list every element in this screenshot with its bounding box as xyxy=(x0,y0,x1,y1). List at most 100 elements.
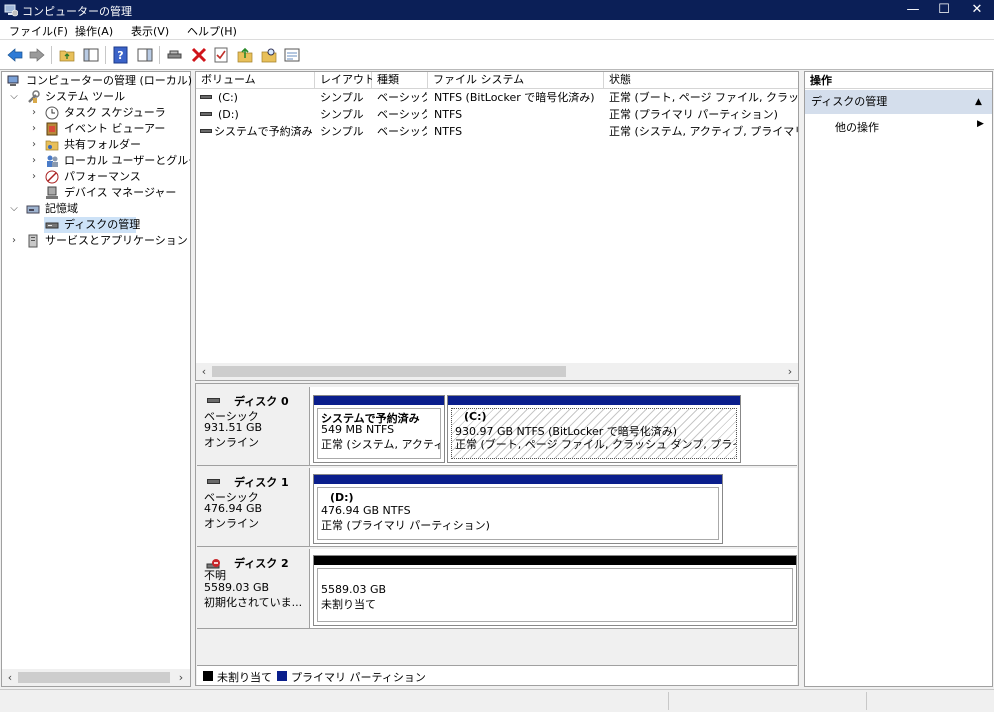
rescan-icon[interactable] xyxy=(283,46,301,64)
chevron-right-icon[interactable]: › xyxy=(29,153,39,169)
collapse-up-icon[interactable]: ▲ xyxy=(975,90,982,114)
scroll-right-icon[interactable]: › xyxy=(174,669,188,686)
search-icon[interactable] xyxy=(260,46,278,64)
users-icon xyxy=(47,155,58,167)
services-icon xyxy=(28,234,38,248)
chevron-right-icon[interactable]: › xyxy=(29,137,39,153)
scrollbar-thumb[interactable] xyxy=(212,366,566,377)
volume-type: ベーシック xyxy=(377,125,427,138)
actions-section-disk-management[interactable]: ディスクの管理 ▲ xyxy=(805,90,992,114)
volume-horizontal-scrollbar[interactable]: ‹ › xyxy=(196,363,798,380)
tree-horizontal-scrollbar[interactable]: ‹ › xyxy=(2,669,190,686)
chevron-down-icon[interactable]: ⌵ xyxy=(9,89,19,105)
chevron-right-icon[interactable]: › xyxy=(29,105,39,121)
partition-d[interactable]: (D:) 476.94 GB NTFS 正常 (プライマリ パーティション) xyxy=(313,474,723,544)
partition-color-bar xyxy=(314,475,722,484)
disk-info[interactable]: ディスク 0 ベーシック 931.51 GB オンライン xyxy=(197,387,310,465)
actions-header: 操作 xyxy=(805,72,992,89)
partition-system-reserved[interactable]: システムで予約済み 549 MB NTFS 正常 (システム, アクティブ xyxy=(313,395,445,463)
volume-status: 正常 (システム, アクティブ, プライマリ パー xyxy=(609,125,798,138)
maximize-button[interactable]: ☐ xyxy=(927,0,961,20)
tree-item-services[interactable]: › サービスとアプリケーション xyxy=(2,233,190,249)
legend: 未割り当て プライマリ パーティション xyxy=(197,665,797,685)
window-title: コンピューターの管理 xyxy=(22,5,132,18)
column-header-status[interactable]: 状態 xyxy=(604,72,798,89)
column-header-type[interactable]: 種類 xyxy=(372,72,428,89)
disk-name: ディスク 2 xyxy=(234,557,289,570)
tree-item-shared-folders[interactable]: › 共有フォルダー xyxy=(2,137,190,153)
volume-filesystem: NTFS (BitLocker で暗号化済み) xyxy=(434,91,595,104)
properties-icon[interactable] xyxy=(212,46,230,64)
chevron-right-icon[interactable]: › xyxy=(29,121,39,137)
tree-item-root[interactable]: コンピューターの管理 (ローカル) xyxy=(2,73,192,89)
tree-item-storage[interactable]: ⌵ 記憶域 xyxy=(2,201,190,217)
close-button[interactable]: ✕ xyxy=(960,0,994,20)
chevron-right-icon[interactable]: › xyxy=(9,233,19,249)
submenu-arrow-icon[interactable]: ▶ xyxy=(977,119,984,129)
import-icon[interactable] xyxy=(236,46,254,64)
disk-name: ディスク 1 xyxy=(234,476,289,489)
tree-item-system-tools[interactable]: ⌵ システム ツール xyxy=(2,89,190,105)
volume-layout: シンプル xyxy=(320,108,364,121)
column-header-filesystem[interactable]: ファイル システム xyxy=(428,72,604,89)
menu-view[interactable]: 表示(V) xyxy=(131,23,169,39)
volume-icon xyxy=(200,112,212,116)
volume-name: システムで予約済み xyxy=(214,125,313,138)
tree-item-disk-management[interactable]: ディスクの管理 xyxy=(44,217,140,233)
disk-graphical-view: ディスク 0 ベーシック 931.51 GB オンライン システムで予約済み 5… xyxy=(195,383,799,686)
volume-filesystem: NTFS xyxy=(434,108,463,121)
status-segment xyxy=(668,692,866,710)
tree-item-event-viewer[interactable]: › イベント ビューアー xyxy=(2,121,190,137)
menu-bar: ファイル(F) 操作(A) 表示(V) ヘルプ(H) xyxy=(0,20,994,40)
disk-status: オンライン xyxy=(204,517,259,530)
computer-management-icon xyxy=(4,4,18,17)
menu-file[interactable]: ファイル(F) xyxy=(9,23,68,39)
help-icon[interactable]: ? xyxy=(112,46,130,64)
disk-info[interactable]: ディスク 1 ベーシック 476.94 GB オンライン xyxy=(197,468,310,546)
tree-label-event-viewer: イベント ビューアー xyxy=(64,122,166,135)
disk-management-icon xyxy=(45,222,59,229)
scroll-left-icon[interactable]: ‹ xyxy=(3,669,17,686)
menu-help[interactable]: ヘルプ(H) xyxy=(187,23,237,39)
chevron-down-icon[interactable]: ⌵ xyxy=(9,201,19,217)
clock-icon xyxy=(45,106,59,120)
menu-action[interactable]: 操作(A) xyxy=(75,23,113,39)
scroll-left-icon[interactable]: ‹ xyxy=(197,363,211,380)
disk-name: ディスク 0 xyxy=(234,395,289,408)
connect-icon[interactable] xyxy=(166,46,184,64)
actions-pane: 操作 ディスクの管理 ▲ 他の操作 ▶ xyxy=(804,71,993,687)
more-actions-item[interactable]: 他の操作 xyxy=(835,119,879,135)
partition-c[interactable]: (C:) 930.97 GB NTFS (BitLocker で暗号化済み) 正… xyxy=(447,395,741,463)
scrollbar-thumb[interactable] xyxy=(18,672,170,683)
tree-label-shared-folders: 共有フォルダー xyxy=(64,138,141,151)
disk-size: 476.94 GB xyxy=(204,502,263,515)
disk-info[interactable]: ディスク 2 不明 5589.03 GB 初期化されていま... xyxy=(197,549,310,628)
show-hide-tree-icon[interactable] xyxy=(82,46,100,64)
computer-management-icon xyxy=(7,75,19,86)
tree-label-task-scheduler: タスク スケジューラ xyxy=(64,106,166,119)
tree-item-local-users[interactable]: › ローカル ユーザーとグループ xyxy=(2,153,190,169)
tree-item-device-manager[interactable]: デバイス マネージャー xyxy=(2,185,190,201)
tree-item-performance[interactable]: › パフォーマンス xyxy=(2,169,190,185)
delete-icon[interactable] xyxy=(190,46,208,64)
disk-row-1[interactable]: ディスク 1 ベーシック 476.94 GB オンライン (D:) 476.94… xyxy=(197,468,797,547)
show-hide-action-icon[interactable] xyxy=(136,46,154,64)
disk-size: 5589.03 GB xyxy=(204,581,270,594)
column-header-layout[interactable]: レイアウト xyxy=(315,72,375,89)
column-header-volume[interactable]: ボリューム xyxy=(196,72,315,89)
partition-status: 正常 (プライマリ パーティション) xyxy=(321,519,490,532)
back-icon[interactable] xyxy=(6,46,24,64)
disk-row-2[interactable]: ディスク 2 不明 5589.03 GB 初期化されていま... 5589.03… xyxy=(197,549,797,629)
tree-item-task-scheduler[interactable]: › タスク スケジューラ xyxy=(2,105,190,121)
forward-icon[interactable] xyxy=(28,46,46,64)
partition-title: (C:) xyxy=(464,410,487,423)
disk-row-0[interactable]: ディスク 0 ベーシック 931.51 GB オンライン システムで予約済み 5… xyxy=(197,387,797,466)
volume-type: ベーシック xyxy=(377,91,427,104)
partition-unallocated[interactable]: 5589.03 GB 未割り当て xyxy=(313,555,797,626)
chevron-right-icon[interactable]: › xyxy=(29,169,39,185)
partition-status: 正常 (ブート, ページ ファイル, クラッシュ ダンプ, プライマリ パ xyxy=(455,438,736,451)
minimize-button[interactable]: — xyxy=(896,0,930,20)
up-folder-icon[interactable] xyxy=(58,46,76,64)
scroll-right-icon[interactable]: › xyxy=(783,363,797,380)
performance-icon xyxy=(45,170,59,184)
